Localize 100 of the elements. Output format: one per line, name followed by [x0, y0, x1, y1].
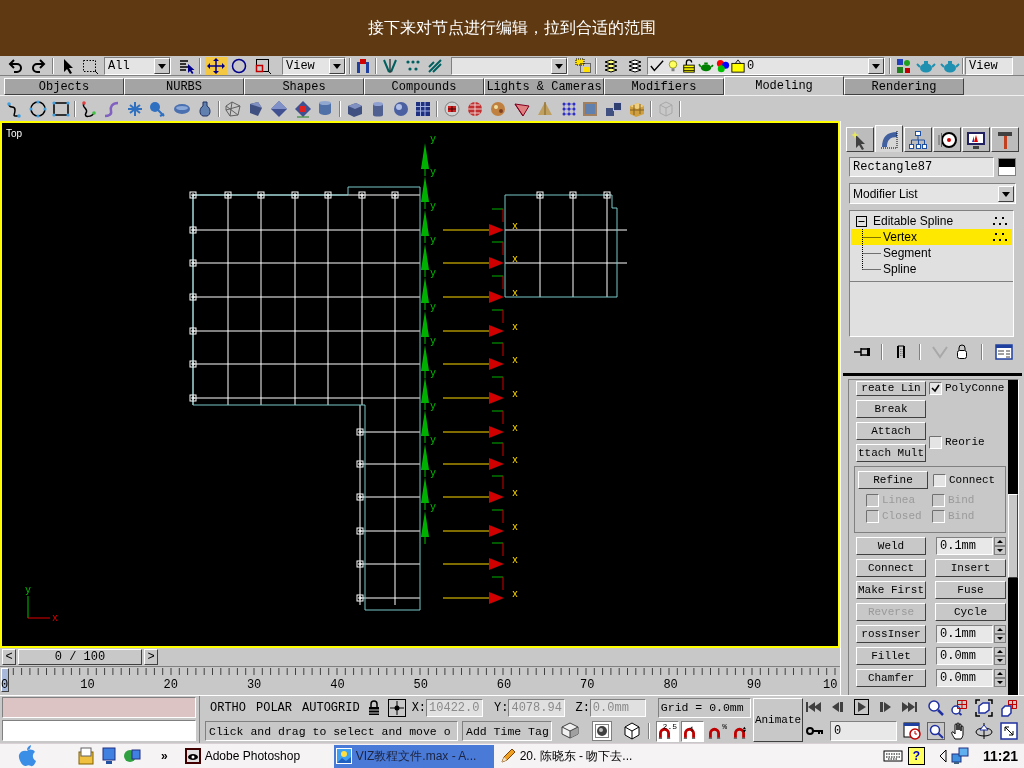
plane-handle[interactable] [491, 275, 504, 290]
x-axis-arrow[interactable] [442, 392, 504, 404]
animate-button[interactable]: Animate [753, 698, 803, 742]
disc-icon[interactable] [443, 99, 461, 118]
undo-icon[interactable] [8, 57, 24, 74]
tab[interactable]: Objects [4, 78, 124, 95]
vertex-marker[interactable] [358, 191, 366, 199]
vertex-marker[interactable] [189, 259, 197, 267]
curve-icon[interactable] [80, 99, 98, 118]
vertex-marker[interactable] [189, 191, 197, 199]
vertex-marker[interactable] [189, 394, 197, 402]
curve-icon[interactable] [6, 99, 24, 118]
y-axis-arrow[interactable] [421, 311, 429, 345]
dropdown-arrow-icon[interactable] [329, 57, 345, 74]
y-axis-arrow[interactable] [421, 345, 429, 379]
collapse-icon[interactable] [856, 215, 867, 227]
taskbar-button[interactable]: 20. 陈晓东 - 吻下去... [497, 744, 648, 768]
spinner-arrows-icon[interactable] [994, 625, 1006, 643]
y-axis-arrow[interactable] [421, 377, 429, 411]
layer-dropdown[interactable]: 0 [647, 56, 885, 75]
panel-tab[interactable] [962, 127, 990, 152]
panel-tab[interactable] [875, 125, 903, 152]
play-icon[interactable] [853, 698, 871, 717]
color-swatch[interactable] [998, 158, 1016, 176]
current-frame-field[interactable]: 0 [830, 721, 897, 742]
snap-mode-toggle[interactable]: POLAR [256, 701, 293, 714]
plane-handle[interactable] [491, 442, 504, 457]
checkbox[interactable] [929, 435, 942, 449]
plane-handle[interactable] [491, 576, 504, 591]
apple-icon[interactable] [17, 745, 37, 767]
command-button[interactable]: Insert [935, 559, 1006, 577]
vertex-marker[interactable] [536, 191, 544, 199]
plane-handle[interactable] [491, 475, 504, 490]
padlock-icon[interactable] [682, 58, 696, 73]
command-button[interactable]: Connect [856, 559, 926, 577]
spinner-field[interactable]: 0.0mm [936, 669, 993, 687]
y-axis-arrow[interactable] [421, 210, 429, 244]
vertex-marker[interactable] [356, 594, 364, 602]
stack-item[interactable]: Vertex [851, 229, 1012, 245]
command-button[interactable]: Fuse [935, 581, 1006, 599]
checkbox-label[interactable]: PolyConne [945, 383, 1005, 394]
dotted-sphere-icon[interactable] [592, 721, 612, 742]
x-axis-arrow[interactable] [442, 325, 504, 337]
spinner-arrows-icon[interactable] [994, 669, 1006, 687]
rectangle-icon[interactable] [52, 99, 70, 118]
scrollbar-thumb[interactable] [1008, 494, 1018, 578]
checkbox-label[interactable]: Connect [949, 474, 996, 486]
dropdown-arrow-icon[interactable] [551, 57, 567, 74]
shapes-icon[interactable] [894, 57, 912, 74]
tab[interactable]: Modeling [724, 76, 844, 95]
y-axis-arrow[interactable] [421, 511, 429, 545]
sphere-icon[interactable] [392, 99, 410, 118]
y-axis-arrow[interactable] [421, 444, 429, 478]
vertex-marker[interactable] [257, 191, 265, 199]
y-axis-arrow[interactable] [421, 143, 429, 177]
vertex-marker[interactable] [291, 191, 299, 199]
notepad-icon[interactable] [77, 747, 95, 765]
x-axis-arrow[interactable] [442, 224, 504, 236]
vertex-marker[interactable] [324, 191, 332, 199]
coordinate-system-dropdown[interactable]: View [282, 56, 346, 75]
time-tag-field[interactable]: Add Time Tag [462, 721, 552, 742]
snap-toggle[interactable] [681, 720, 704, 742]
command-button[interactable]: Attach [856, 422, 926, 440]
command-button[interactable]: Chamfer [856, 669, 926, 687]
dropdown-arrow-icon[interactable] [154, 57, 170, 74]
command-button[interactable]: reate Lin [856, 381, 926, 396]
padlock-icon[interactable] [367, 699, 380, 716]
previous-frame-button[interactable]: < [2, 649, 16, 665]
squares-icon[interactable] [605, 99, 623, 118]
x-axis-arrow[interactable] [442, 592, 504, 604]
diamond-icon[interactable] [270, 99, 288, 118]
plane-handle[interactable] [491, 208, 504, 223]
taskbar-button[interactable]: VIZ教程文件.max - A... [333, 744, 494, 768]
tab[interactable]: Compounds [364, 78, 484, 95]
plane-handle[interactable] [491, 376, 504, 391]
plane-handle[interactable] [491, 509, 504, 524]
layers-icon[interactable] [602, 57, 620, 74]
triangle-left-icon[interactable] [938, 749, 947, 763]
vertex-marker[interactable] [603, 191, 611, 199]
next-frame-button[interactable]: > [144, 649, 158, 665]
command-button[interactable]: Fillet [856, 647, 926, 665]
vase-icon[interactable] [196, 99, 214, 118]
padlock-icon[interactable] [955, 344, 969, 360]
x-axis-arrow[interactable] [442, 426, 504, 438]
object-name-field[interactable]: Rectangle87 [849, 157, 994, 177]
x-axis-arrow[interactable] [442, 358, 504, 370]
x-axis-arrow[interactable] [442, 525, 504, 537]
circle-icon[interactable] [29, 99, 47, 118]
square-icon[interactable] [254, 56, 272, 75]
boxes-icon[interactable] [1000, 698, 1018, 717]
window-icon[interactable] [995, 344, 1013, 360]
redo-icon[interactable] [30, 57, 46, 74]
render-type-dropdown[interactable]: View [965, 56, 1013, 75]
maximize-icon[interactable] [1000, 722, 1018, 741]
vertex-marker[interactable] [224, 191, 232, 199]
plane-handle[interactable] [491, 241, 504, 256]
check-icon[interactable] [650, 58, 664, 73]
input-field[interactable] [2, 720, 196, 741]
spinner-arrows-icon[interactable] [994, 647, 1006, 665]
tab[interactable]: NURBS [124, 78, 244, 95]
